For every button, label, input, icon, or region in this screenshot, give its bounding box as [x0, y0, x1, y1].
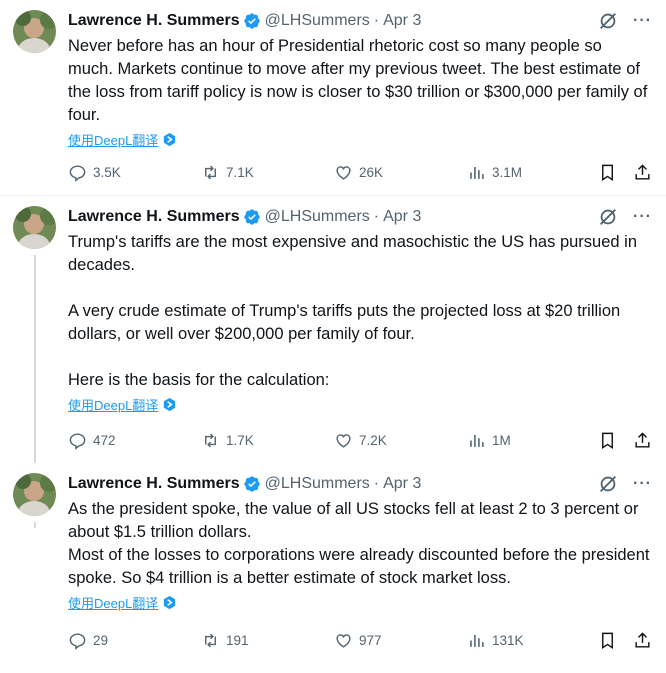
views-button[interactable]: 1M	[467, 431, 567, 450]
views-count: 3.1M	[492, 164, 523, 180]
reply-button[interactable]: 472	[68, 431, 201, 450]
views-icon	[470, 434, 484, 447]
repost-count: 1.7K	[226, 432, 254, 448]
translate-link[interactable]: 使用DeepL翻译	[68, 395, 650, 413]
translate-label[interactable]: 使用DeepL翻译	[68, 395, 158, 414]
verified-badge-icon	[243, 13, 260, 29]
views-button[interactable]: 131K	[467, 631, 567, 650]
share-icon[interactable]	[633, 163, 652, 182]
bookmark-icon[interactable]	[598, 431, 617, 450]
action-bar: 29 191 977 131K	[68, 628, 652, 652]
thread-line	[34, 522, 36, 528]
like-icon	[336, 165, 351, 180]
action-bar: 472 1.7K 7.2K 1M	[68, 428, 652, 452]
like-button[interactable]: 26K	[334, 163, 467, 182]
views-icon	[470, 634, 484, 647]
tweet-date[interactable]: Apr 3	[383, 475, 421, 493]
views-icon	[470, 166, 484, 179]
reply-icon	[69, 164, 86, 182]
tweet-text: Never before has an hour of Presidential…	[68, 37, 652, 124]
tweet-date[interactable]: Apr 3	[383, 208, 421, 226]
author-handle[interactable]: @LHSummers	[265, 475, 370, 493]
repost-count: 191	[226, 632, 249, 648]
more-icon[interactable]: ···	[633, 12, 652, 30]
repost-button[interactable]: 1.7K	[201, 431, 334, 450]
translate-link[interactable]: 使用DeepL翻译	[68, 593, 650, 611]
like-count: 977	[359, 632, 382, 648]
views-count: 131K	[492, 632, 524, 648]
like-count: 26K	[359, 164, 384, 180]
like-button[interactable]: 977	[334, 631, 467, 650]
verified-badge-icon	[243, 476, 260, 492]
author-name[interactable]: Lawrence H. Summers	[68, 12, 240, 30]
reply-count: 472	[93, 432, 116, 448]
repost-icon	[205, 433, 216, 447]
tweet-text: As the president spoke, the value of all…	[68, 500, 650, 587]
views-count: 1M	[492, 432, 511, 448]
reply-count: 29	[93, 632, 109, 648]
avatar[interactable]	[13, 10, 56, 53]
avatar[interactable]	[13, 473, 56, 516]
author-name[interactable]: Lawrence H. Summers	[68, 208, 240, 226]
like-button[interactable]: 7.2K	[334, 431, 467, 450]
grok-icon[interactable]	[597, 473, 619, 495]
reply-icon	[69, 632, 86, 650]
separator-dot: ·	[373, 12, 380, 29]
translate-label[interactable]: 使用DeepL翻译	[68, 593, 158, 612]
deepl-icon	[164, 595, 176, 609]
like-icon	[336, 433, 351, 448]
translate-link[interactable]: 使用DeepL翻译	[68, 130, 650, 148]
repost-icon	[205, 165, 216, 179]
author-name[interactable]: Lawrence H. Summers	[68, 475, 240, 493]
translate-label[interactable]: 使用DeepL翻译	[68, 130, 158, 149]
bookmark-icon[interactable]	[598, 631, 617, 650]
views-button[interactable]: 3.1M	[467, 163, 567, 182]
tweet[interactable]: Lawrence H. Summers @LHSummers · Apr 3 ·…	[0, 196, 666, 463]
reply-button[interactable]: 3.5K	[68, 163, 201, 182]
verified-badge-icon	[243, 209, 260, 225]
like-count: 7.2K	[359, 432, 387, 448]
separator-dot: ·	[373, 475, 380, 492]
grok-icon[interactable]	[597, 206, 619, 228]
tweet-text: Trump's tariffs are the most expensive a…	[68, 233, 638, 389]
separator-dot: ·	[373, 208, 380, 225]
share-icon[interactable]	[633, 431, 652, 450]
repost-count: 7.1K	[226, 164, 254, 180]
repost-button[interactable]: 7.1K	[201, 163, 334, 182]
author-handle[interactable]: @LHSummers	[265, 12, 370, 30]
author-handle[interactable]: @LHSummers	[265, 208, 370, 226]
more-icon[interactable]: ···	[633, 475, 652, 493]
avatar[interactable]	[13, 206, 56, 249]
deepl-icon	[164, 397, 176, 411]
like-icon	[336, 633, 351, 648]
thread-line	[34, 255, 36, 463]
reply-count: 3.5K	[93, 164, 121, 180]
tweet[interactable]: Lawrence H. Summers @LHSummers · Apr 3 ·…	[0, 0, 666, 196]
repost-button[interactable]: 191	[201, 631, 334, 650]
share-icon[interactable]	[633, 631, 652, 650]
more-icon[interactable]: ···	[633, 208, 652, 226]
bookmark-icon[interactable]	[598, 163, 617, 182]
grok-icon[interactable]	[597, 10, 619, 32]
reply-icon	[69, 432, 86, 450]
tweet-date[interactable]: Apr 3	[383, 12, 421, 30]
action-bar: 3.5K 7.1K 26K 3.1M	[68, 160, 652, 184]
repost-icon	[205, 633, 216, 647]
deepl-icon	[164, 132, 176, 146]
reply-button[interactable]: 29	[68, 631, 201, 650]
